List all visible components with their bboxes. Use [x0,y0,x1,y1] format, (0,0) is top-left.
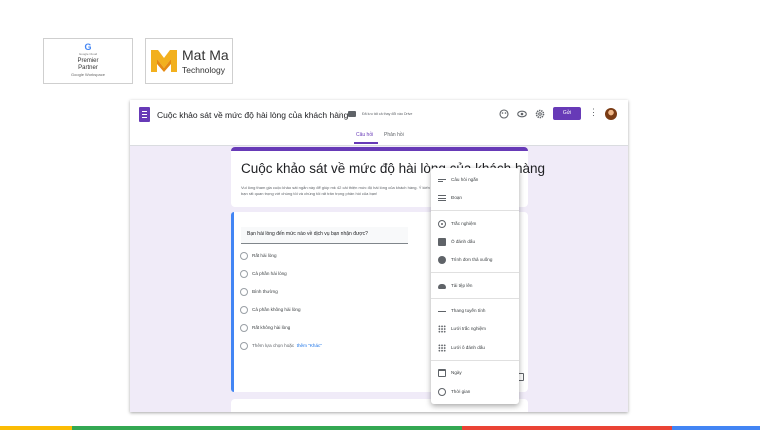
matma-subtitle: Technology [182,65,226,75]
menu-item-label: Tải tệp lên [451,283,473,288]
paragraph-icon [438,194,446,202]
menu-divider [431,298,519,299]
google-forms-icon[interactable] [139,107,150,122]
document-title[interactable]: Cuộc khảo sát về mức độ hài lòng của khá… [157,110,348,120]
menu-item-checkboxes[interactable]: Ô đánh dấu [431,235,519,249]
calendar-icon [438,369,446,377]
active-tab-indicator [354,142,378,144]
folder-icon[interactable] [348,111,356,117]
menu-item-label: Lưới ô đánh dấu [451,345,485,350]
menu-item-label: Thang tuyến tính [451,308,486,313]
cloud-upload-icon [438,284,446,289]
menu-item-label: Câu hỏi ngắn [451,177,479,182]
dropdown-icon [438,256,446,264]
matma-title: Mat Ma [182,47,229,63]
option-label: Bình thường [252,289,278,294]
matma-logo-badge: Mat Ma Technology [145,38,233,84]
menu-item-checkbox-grid[interactable]: Lưới ô đánh dấu [431,341,519,355]
radio-icon [240,342,248,350]
badge-line-partner: Partner [78,65,98,71]
radio-icon [240,270,248,278]
menu-item-label: Ô đánh dấu [451,239,476,244]
avatar[interactable] [605,108,617,120]
option-label: Cả phần hài lòng [252,271,287,276]
settings-gear-icon[interactable] [535,109,545,119]
menu-item-multiple-choice[interactable]: Trắc nghiệm [431,217,519,231]
radio-icon [438,220,446,228]
menu-item-label: Ngày [451,370,462,375]
radio-icon [240,288,248,296]
form-description[interactable]: Vui lòng tham gia cuộc khảo sát ngắn này… [241,185,441,196]
color-bar-yellow [0,426,72,430]
badge-line-workspace: Google Workspace [71,72,105,77]
clock-icon [438,388,446,396]
palette-icon[interactable] [499,109,509,119]
menu-item-file-upload[interactable]: Tải tệp lên [431,279,519,293]
tab-responses[interactable]: Phản hồi [384,132,404,138]
menu-item-label: Thời gian [451,389,471,394]
option-label: Rất không hài lòng [252,325,291,330]
checkbox-icon [438,238,446,246]
send-button[interactable]: Gửi [553,107,581,120]
menu-item-time[interactable]: Thời gian [431,385,519,399]
linear-scale-icon [438,307,446,315]
menu-item-multiple-choice-grid[interactable]: Lưới trắc nghiệm [431,322,519,336]
grid-icon [438,325,446,333]
option-label: Rất hài lòng [252,253,277,258]
add-option-text[interactable]: Thêm lựa chọn hoặc [252,343,294,348]
menu-divider [431,360,519,361]
badge-line-premier: Premier [77,58,99,64]
color-bar-red [462,426,672,430]
top-bar: Cuộc khảo sát về mức độ hài lòng của khá… [130,100,628,146]
menu-item-label: Trắc nghiệm [451,221,477,226]
menu-item-paragraph[interactable]: Đoạn [431,191,519,205]
google-logo-icon: G [84,42,92,52]
forms-screenshot: Cuộc khảo sát về mức độ hài lòng của khá… [130,100,628,412]
menu-item-label: Đoạn [451,195,462,200]
menu-divider [431,210,519,211]
badge-line-cloud: Google Cloud [78,52,98,56]
menu-item-linear-scale[interactable]: Thang tuyến tính [431,304,519,318]
matma-logo-icon [151,50,177,72]
preview-eye-icon[interactable] [517,109,527,119]
menu-item-short-answer[interactable]: Câu hỏi ngắn [431,173,519,187]
color-bar-green [72,426,462,430]
google-partner-badge: G Google Cloud Premier Partner Google Wo… [43,38,133,84]
question-type-menu: Câu hỏi ngắn Đoạn Trắc nghiệm Ô đánh dấu… [431,168,519,404]
question-text: Bạn hài lòng đến mức nào về dịch vụ bạn … [247,231,368,237]
active-question-indicator [231,212,234,392]
add-other-link[interactable]: thêm "Khác" [297,343,322,348]
menu-item-dropdown[interactable]: Trình đơn thả xuống [431,253,519,267]
save-status: Đã lưu tất cả thay đổi vào Drive [362,112,413,116]
star-icon[interactable]: ☆ [336,109,343,118]
radio-icon [240,324,248,332]
menu-item-date[interactable]: Ngày [431,366,519,380]
menu-item-label: Trình đơn thả xuống [451,257,493,262]
radio-icon [240,252,248,260]
option-label: Cả phần không hài lòng [252,307,301,312]
menu-item-label: Lưới trắc nghiệm [451,326,486,331]
menu-divider [431,272,519,273]
radio-icon [240,306,248,314]
more-vert-icon[interactable]: ⋮ [589,107,598,118]
tab-questions[interactable]: Câu hỏi [356,132,373,138]
checkbox-grid-icon [438,344,446,352]
color-bar-blue [672,426,760,430]
short-answer-icon [438,176,446,184]
question-title-field[interactable]: Bạn hài lòng đến mức nào về dịch vụ bạn … [241,227,408,244]
